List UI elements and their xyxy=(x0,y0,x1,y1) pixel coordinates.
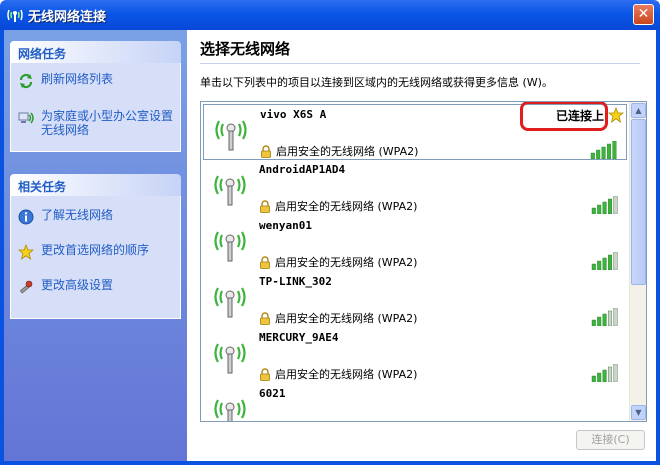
network-item[interactable]: 6021 xyxy=(203,384,627,421)
scroll-down-button[interactable]: ▼ xyxy=(631,405,646,420)
wireless-antenna-icon xyxy=(214,175,246,206)
wireless-antenna-icon xyxy=(214,343,246,374)
wireless-antenna-icon xyxy=(215,120,247,151)
signal-strength-icon xyxy=(591,364,618,382)
network-item[interactable]: TP-LINK_302 启用安全的无线网络 (WPA2) xyxy=(203,272,627,328)
network-name: wenyan01 xyxy=(259,219,312,232)
wireless-antenna-icon xyxy=(214,287,246,318)
network-tasks-box: 网络任务 刷新网络列表 为家庭或小型办公室设置无线网络 xyxy=(10,41,181,152)
network-item[interactable]: AndroidAP1AD4 启用安全的无线网络 (WPA2) xyxy=(203,160,627,216)
lock-icon xyxy=(261,144,271,158)
window-client: 网络任务 刷新网络列表 为家庭或小型办公室设置无线网络 相关任务 了解无线网络 … xyxy=(4,30,656,461)
security-label: 启用安全的无线网络 (WPA2) xyxy=(276,145,419,158)
lock-icon xyxy=(260,367,270,381)
lock-icon xyxy=(260,255,270,269)
task-refresh-network-list[interactable]: 刷新网络列表 xyxy=(11,67,180,95)
task-label: 为家庭或小型办公室设置无线网络 xyxy=(41,109,174,137)
signal-strength-icon xyxy=(591,196,618,214)
heading-divider xyxy=(200,63,640,64)
lock-icon xyxy=(260,199,270,213)
signal-strength-icon xyxy=(591,308,618,326)
signal-strength-icon xyxy=(591,252,618,270)
network-name: AndroidAP1AD4 xyxy=(259,163,346,176)
refresh-icon xyxy=(17,72,35,90)
window-frame: 网络任务 刷新网络列表 为家庭或小型办公室设置无线网络 相关任务 了解无线网络 … xyxy=(0,30,660,465)
security-info: 启用安全的无线网络 (WPA2) xyxy=(259,198,417,214)
security-info: 启用安全的无线网络 (WPA2) xyxy=(259,366,417,382)
security-info: 启用安全的无线网络 (WPA2) xyxy=(259,310,417,326)
instruction-text: 单击以下列表中的项目以连接到区域内的无线网络或获得更多信息 (W)。 xyxy=(200,76,553,89)
network-item[interactable]: wenyan01 启用安全的无线网络 (WPA2) xyxy=(203,216,627,272)
task-label: 了解无线网络 xyxy=(41,208,114,222)
connect-button[interactable]: 连接(C) xyxy=(576,430,645,450)
settings-icon xyxy=(17,278,35,296)
close-button[interactable]: ✕ xyxy=(633,4,654,25)
related-tasks-header: 相关任务 xyxy=(10,174,181,196)
task-change-advanced-settings[interactable]: 更改高级设置 xyxy=(11,273,180,314)
lock-icon xyxy=(260,311,270,325)
wireless-antenna-icon xyxy=(214,399,246,421)
network-name: vivo X6S A xyxy=(260,108,327,121)
security-label: 启用安全的无线网络 (WPA2) xyxy=(275,200,418,213)
task-pane: 网络任务 刷新网络列表 为家庭或小型办公室设置无线网络 相关任务 了解无线网络 … xyxy=(4,30,187,461)
scrollbar[interactable]: ▲ ▼ xyxy=(629,102,646,421)
task-label: 更改高级设置 xyxy=(41,278,114,292)
network-item[interactable]: MERCURY_9AE4 启用安全的无线网络 (WPA2) xyxy=(203,328,627,384)
security-info: 启用安全的无线网络 (WPA2) xyxy=(260,143,418,159)
task-setup-wireless[interactable]: 为家庭或小型办公室设置无线网络 xyxy=(11,95,180,147)
network-list[interactable]: vivo X6S A 启用安全的无线网络 (WPA2) 已连接上 AndroidAP1… xyxy=(200,101,647,422)
network-name: TP-LINK_302 xyxy=(259,275,332,288)
security-label: 启用安全的无线网络 (WPA2) xyxy=(275,312,418,325)
security-label: 启用安全的无线网络 (WPA2) xyxy=(275,368,418,381)
task-label: 更改首选网络的顺序 xyxy=(41,243,150,257)
network-item[interactable]: vivo X6S A 启用安全的无线网络 (WPA2) 已连接上 xyxy=(203,102,627,160)
setup-network-icon xyxy=(17,109,35,127)
network-name: MERCURY_9AE4 xyxy=(259,331,339,344)
security-info: 启用安全的无线网络 (WPA2) xyxy=(259,254,417,270)
network-pane: 选择无线网络 单击以下列表中的项目以连接到区域内的无线网络或获得更多信息 (W)… xyxy=(187,30,656,461)
task-label: 刷新网络列表 xyxy=(41,72,114,86)
security-label: 启用安全的无线网络 (WPA2) xyxy=(275,256,418,269)
wireless-network-icon xyxy=(7,9,23,22)
related-tasks-box: 相关任务 了解无线网络 更改首选网络的顺序 更改高级设置 xyxy=(10,174,181,319)
wireless-antenna-icon xyxy=(214,231,246,262)
scroll-up-button[interactable]: ▲ xyxy=(631,103,646,118)
info-icon xyxy=(17,208,35,226)
title-bar[interactable]: 无线网络连接 ✕ xyxy=(0,0,660,30)
highlight-annotation xyxy=(520,102,608,131)
star-icon xyxy=(17,243,35,261)
task-learn-wireless[interactable]: 了解无线网络 xyxy=(11,200,180,238)
close-icon: ✕ xyxy=(637,6,650,22)
preferred-star-icon xyxy=(608,107,624,123)
page-title: 选择无线网络 xyxy=(200,40,291,58)
scroll-thumb[interactable] xyxy=(631,119,646,285)
task-change-preferred-order[interactable]: 更改首选网络的顺序 xyxy=(11,238,180,273)
signal-strength-icon xyxy=(590,141,617,159)
window-title: 无线网络连接 xyxy=(28,10,107,25)
network-name: 6021 xyxy=(259,387,286,400)
network-tasks-header: 网络任务 xyxy=(10,41,181,63)
